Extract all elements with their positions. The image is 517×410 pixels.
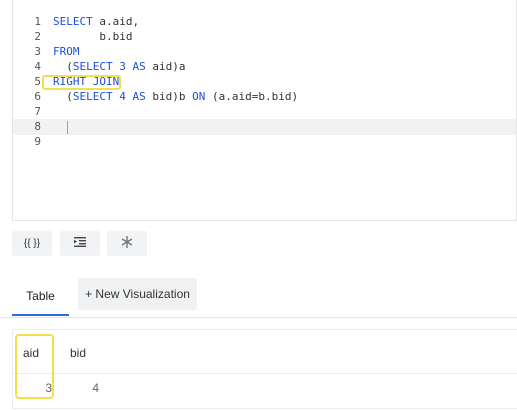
right-join-annotation-box [42,75,121,90]
code-line[interactable]: (SELECT 4 AS bid)b ON (a.aid=b.bid) [53,89,516,104]
sql-keyword-token: SELECT [53,15,93,28]
indent-button[interactable] [60,231,100,256]
header-row-divider [13,373,517,374]
sql-keyword-token: SELECT [72,60,113,73]
code-line[interactable] [53,119,516,134]
line-number: 5 [34,75,41,88]
tab-table[interactable]: Table [12,278,69,316]
line-number: 1 [34,15,41,28]
code-area[interactable]: SELECT a.aid, b.bid FROM (SELECT 3 AS aid… [53,14,516,149]
line-number: 7 [34,105,41,118]
sql-keyword-token: AS [132,60,146,73]
sql-editor[interactable]: 123456789 SELECT a.aid, b.bid FROM (SELEC… [12,0,517,221]
results-table: aid bid 3 4 [12,329,517,409]
line-number: 2 [34,30,41,43]
code-token: bid)b [145,90,193,103]
code-line[interactable] [53,134,516,149]
aid-column-annotation-box [15,334,54,399]
line-number-gutter: 1 2 3 4 5 6 7 8 9 [13,14,41,149]
sql-keyword-token: 3 [119,60,126,73]
code-line[interactable]: b.bid [53,29,516,44]
line-number: 4 [34,60,41,73]
code-token: ( [53,90,73,103]
text-cursor [67,121,68,134]
column-header-bid[interactable]: bid [70,346,86,360]
line-number: 9 [34,135,41,148]
code-line[interactable]: FROM [53,44,516,59]
code-token: ( [53,60,73,73]
sql-keyword-token: AS [132,90,146,103]
code-line[interactable]: SELECT a.aid, [53,14,516,29]
code-line[interactable]: RIGHT JOIN [53,74,516,89]
indent-icon [74,237,86,250]
sql-keyword-token: SELECT [72,90,113,103]
sql-keyword-token: FROM [53,45,80,58]
format-query-button[interactable]: {{ }} [12,231,52,256]
line-number: 6 [34,90,41,103]
code-token: (a.aid=b.bid) [205,90,299,103]
autocomplete-toggle-button[interactable] [107,231,147,256]
sql-keyword-token: ON [192,90,206,103]
code-line[interactable]: (SELECT 3 AS aid)a [53,59,516,74]
new-visualization-button[interactable]: + New Visualization [78,278,197,310]
line-number: 3 [34,45,41,58]
code-token: a.aid, [92,15,140,28]
cell-bid: 4 [92,381,99,395]
autocomplete-icon [121,236,133,251]
code-token: b.bid [53,30,133,43]
code-token: aid)a [145,60,186,73]
line-number: 8 [34,120,41,133]
code-line[interactable] [53,104,516,119]
braces-icon: {{ }} [23,238,41,249]
sql-keyword-token: 4 [119,90,126,103]
